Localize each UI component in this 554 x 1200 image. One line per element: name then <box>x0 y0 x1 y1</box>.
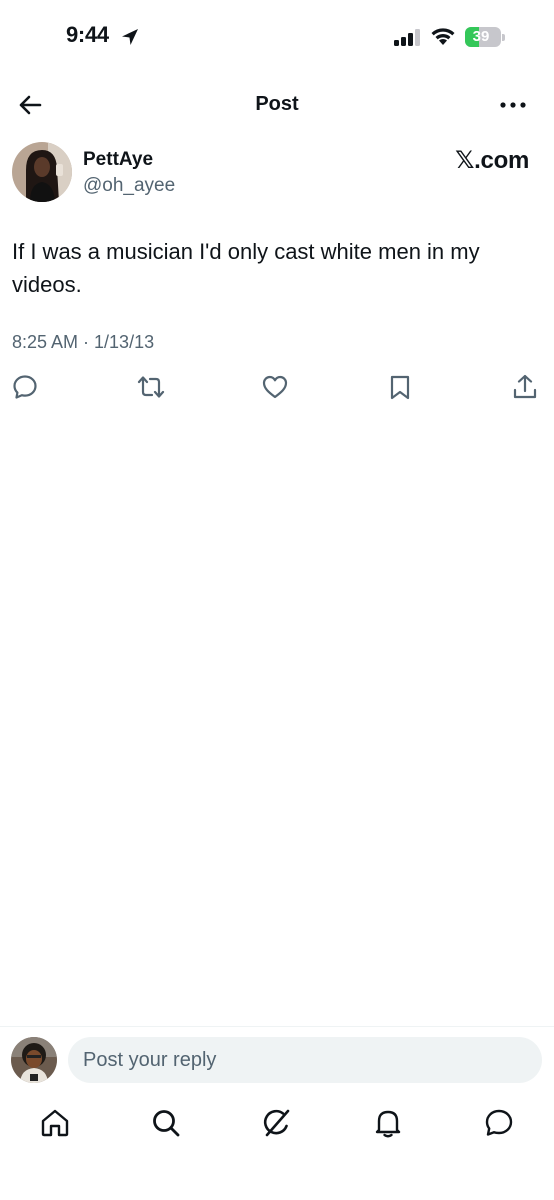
timestamp[interactable]: 8:25 AM · 1/13/13 <box>12 332 154 353</box>
battery-charging-icon: 39 <box>465 27 505 47</box>
location-arrow-icon <box>122 29 138 45</box>
home-icon[interactable] <box>38 1106 72 1140</box>
current-user-avatar[interactable] <box>11 1037 57 1083</box>
share-icon[interactable] <box>510 372 540 402</box>
tweet-text: If I was a musician I'd only cast white … <box>12 239 480 297</box>
tweet-actions <box>0 372 554 402</box>
reply-icon[interactable] <box>10 372 40 402</box>
cellular-signal-icon <box>394 29 420 46</box>
search-icon[interactable] <box>149 1106 183 1140</box>
status-time: 9:44 <box>66 22 109 47</box>
display-name[interactable]: PettAye <box>83 149 153 171</box>
more-dots-icon[interactable] <box>498 92 528 118</box>
battery-percent: 39 <box>472 28 490 45</box>
reply-bar <box>0 1034 554 1088</box>
user-handle[interactable]: @oh_ayee <box>83 175 175 197</box>
source-label: 𝕏.com <box>455 147 529 174</box>
page-title: Post <box>255 93 299 115</box>
divider <box>0 1026 554 1027</box>
avatar[interactable] <box>12 142 72 202</box>
retweet-icon[interactable] <box>136 372 166 402</box>
status-bar: 9:44 39 <box>0 0 554 74</box>
reply-input[interactable] <box>68 1037 542 1083</box>
wifi-icon <box>431 28 455 45</box>
grok-icon[interactable] <box>260 1106 294 1140</box>
bottom-tab-bar <box>0 1100 554 1150</box>
notifications-icon[interactable] <box>371 1106 405 1140</box>
top-header: Post <box>0 80 554 130</box>
bookmark-icon[interactable] <box>385 372 415 402</box>
messages-icon[interactable] <box>482 1106 516 1140</box>
like-icon[interactable] <box>260 372 290 402</box>
